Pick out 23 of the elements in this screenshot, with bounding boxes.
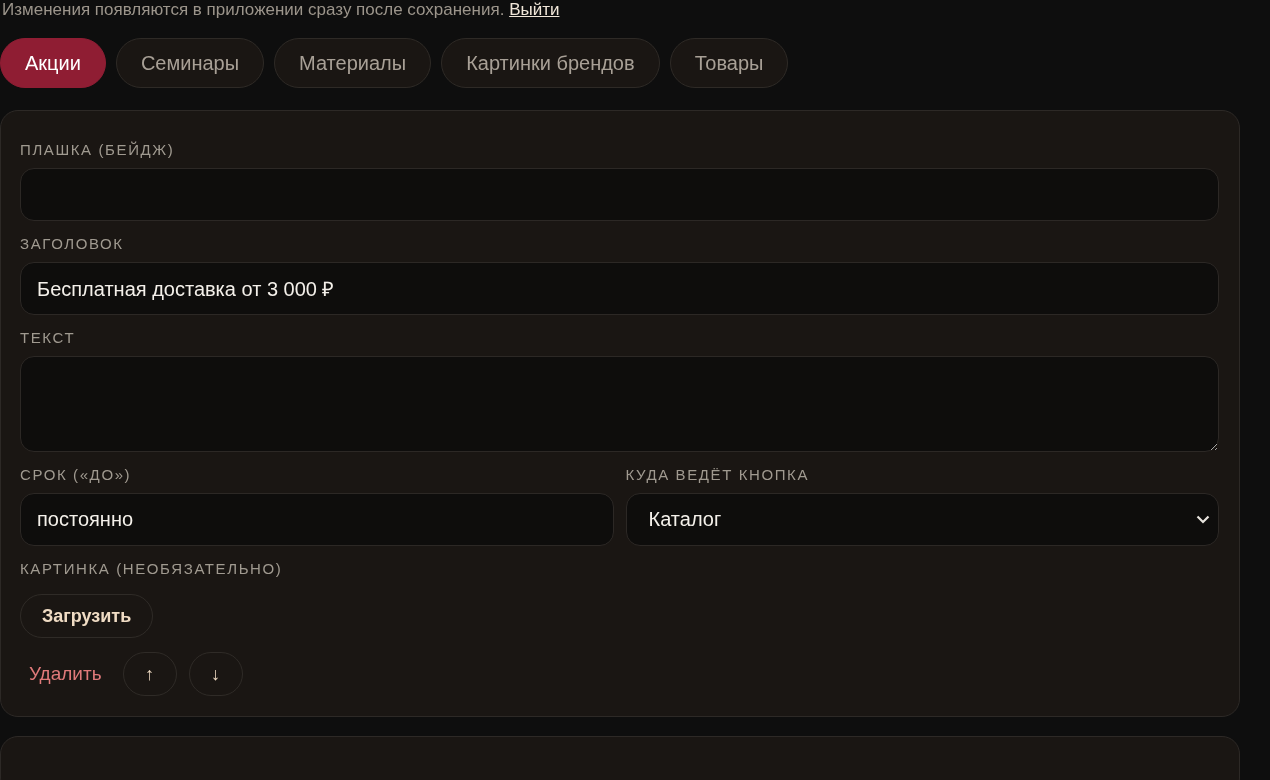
tab[interactable]: Семинары bbox=[115, 38, 265, 88]
tab[interactable]: Товары bbox=[669, 38, 789, 88]
input-field[interactable]: постоянно bbox=[20, 493, 614, 546]
chevron-down-icon bbox=[1196, 515, 1210, 524]
move-up-button[interactable]: ↑ bbox=[122, 652, 177, 696]
field-label: ЗАГОЛОВОК bbox=[20, 235, 125, 253]
upload-button[interactable]: Загрузить bbox=[20, 594, 154, 638]
field-label: ТЕКСТ bbox=[20, 329, 77, 347]
input-field[interactable] bbox=[20, 168, 1219, 221]
delete-button[interactable]: Удалить bbox=[20, 652, 111, 696]
logout-link[interactable]: Выйти bbox=[509, 0, 560, 19]
tab[interactable]: Материалы bbox=[274, 38, 432, 88]
field-label: КАРТИНКА (НЕОБЯЗАТЕЛЬНО) bbox=[20, 560, 284, 578]
notice-text: Изменения появляются в приложении сразу после сохранения. bbox=[2, 0, 505, 19]
text-area[interactable] bbox=[20, 356, 1219, 452]
field-label: КУДА ВЕДЁТ КНОПКА bbox=[625, 466, 811, 484]
tab[interactable]: Акции bbox=[0, 38, 106, 88]
tab[interactable]: Картинки брендов bbox=[441, 38, 660, 88]
input-field[interactable]: Бесплатная доставка от 3 000 ₽ bbox=[20, 262, 1219, 315]
dropdown[interactable]: Каталог bbox=[625, 493, 1219, 546]
field-label: ПЛАШКА (БЕЙДЖ) bbox=[20, 141, 176, 159]
field-label: СРОК («ДО») bbox=[20, 466, 133, 484]
move-down-button[interactable]: ↓ bbox=[188, 652, 243, 696]
